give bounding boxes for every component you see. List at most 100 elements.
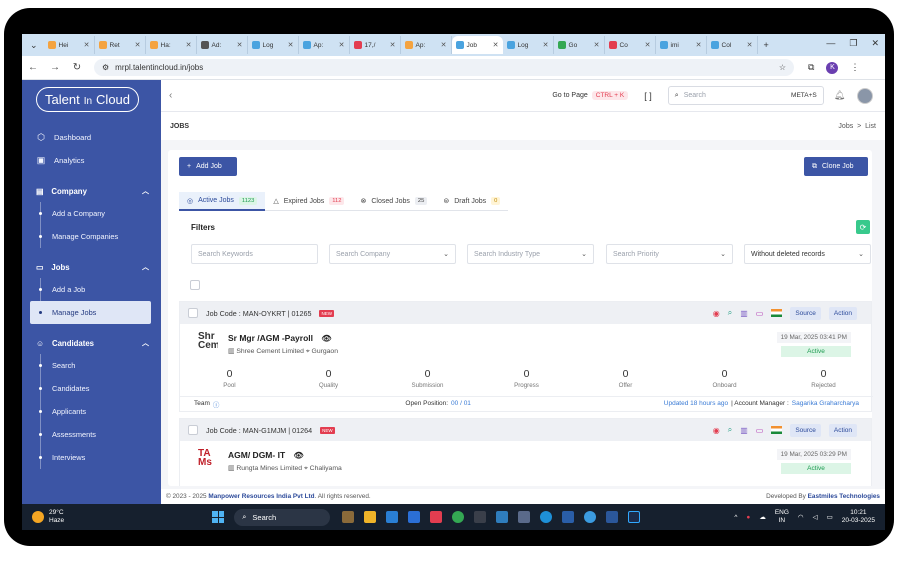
chevron-up-icon[interactable]: ^	[734, 514, 737, 521]
profile-avatar[interactable]: K	[826, 61, 839, 74]
browser-tab[interactable]: Co ✕	[605, 36, 656, 54]
weather-widget[interactable]: 29°C Haze	[22, 509, 64, 525]
brand-logo[interactable]: Talent In Cloud	[22, 80, 161, 118]
keyword-search-input[interactable]: Search Keywords	[191, 244, 318, 264]
skype-icon[interactable]	[386, 511, 399, 523]
notepad-icon[interactable]	[518, 511, 531, 523]
building-icon[interactable]: ▥	[740, 309, 748, 318]
tray-app-icon[interactable]: ●	[746, 514, 750, 521]
developer-name[interactable]: Eastmiles Technologies	[808, 493, 880, 500]
close-tab-icon[interactable]: ✕	[696, 41, 702, 49]
task-view-icon[interactable]	[342, 511, 355, 523]
global-search-input[interactable]: ⌕ Search META+S	[667, 86, 824, 105]
stat-progress[interactable]: 0 Progress	[477, 368, 576, 389]
copyright-company[interactable]: Manpower Resources India Pvt Ltd	[208, 493, 314, 500]
browser-tab[interactable]: Log ✕	[503, 36, 554, 54]
monitor-icon[interactable]: ▭	[756, 309, 764, 318]
browser-tab[interactable]: Col ✕	[707, 36, 758, 54]
site-info-icon[interactable]: ⚙	[102, 63, 109, 72]
close-tab-icon[interactable]: ✕	[645, 41, 651, 49]
sidebar-group-candidates[interactable]: ☺ Candidates ︿	[22, 332, 161, 354]
sidebar-item-manage-companies[interactable]: Manage Companies	[22, 225, 161, 248]
industry-type-select[interactable]: Search Industry Type ⌄	[467, 244, 594, 264]
tab-draft-jobs[interactable]: ⊜ Draft Jobs 0	[435, 192, 509, 211]
close-tab-icon[interactable]: ✕	[288, 41, 294, 49]
sidebar-group-company[interactable]: ▤ Company ︿	[22, 180, 161, 202]
close-tab-icon[interactable]: ✕	[339, 41, 345, 49]
app-window-icon[interactable]	[496, 511, 509, 523]
close-tab-icon[interactable]: ✕	[186, 41, 192, 49]
maximize-icon[interactable]: ❐	[849, 38, 857, 49]
browser-tab[interactable]: 17,/ ✕	[350, 36, 401, 54]
job-checkbox[interactable]	[188, 308, 198, 318]
goto-page[interactable]: Go to Page CTRL + K	[552, 91, 629, 100]
close-tab-icon[interactable]: ✕	[135, 41, 141, 49]
stat-submission[interactable]: 0 Submission	[378, 368, 477, 389]
tab-search-icon[interactable]: ⌄	[30, 40, 38, 51]
sidebar-item-candidates[interactable]: Candidates	[22, 377, 161, 400]
browser-tab[interactable]: Go ✕	[554, 36, 605, 54]
sidebar-item-analytics[interactable]: ▣ Analytics	[22, 149, 161, 172]
taskbar-search[interactable]: ⌕ Search	[234, 508, 331, 526]
close-tab-icon[interactable]: ✕	[543, 41, 549, 49]
tab-active-jobs[interactable]: ◎ Active Jobs 1123	[179, 192, 266, 211]
bookmark-star-icon[interactable]: ☆	[779, 63, 786, 72]
stat-offer[interactable]: 0 Offer	[576, 368, 675, 389]
sidebar-item-applicants[interactable]: Applicants	[22, 400, 161, 423]
browser-tab[interactable]: Ap: ✕	[299, 36, 350, 54]
menu-dots-icon[interactable]: ⋮	[850, 62, 859, 73]
windows-start-icon[interactable]	[212, 511, 225, 523]
sidebar-item-search[interactable]: Search	[22, 354, 161, 377]
minimize-icon[interactable]: —	[826, 38, 835, 49]
close-tab-icon[interactable]: ✕	[84, 41, 90, 49]
clone-job-button[interactable]: ⧉ Clone Job	[804, 157, 868, 176]
breadcrumb-jobs[interactable]: Jobs	[838, 123, 853, 130]
chrome-icon[interactable]	[452, 511, 465, 523]
browser-tab[interactable]: Ad: ✕	[197, 36, 248, 54]
volume-icon[interactable]: ◁	[813, 513, 818, 521]
fullscreen-icon[interactable]: [ ]	[644, 91, 652, 101]
sidebar-item-add-job[interactable]: Add a Job	[22, 278, 161, 301]
job-checkbox[interactable]	[188, 425, 198, 435]
terminal-icon[interactable]	[474, 511, 487, 523]
browser-tab[interactable]: Ap: ✕	[401, 36, 452, 54]
url-field[interactable]: ⚙ mrpl.talentincloud.in/jobs ☆	[94, 59, 794, 76]
tab-closed-jobs[interactable]: ⊗ Closed Jobs 25	[352, 192, 436, 211]
word-icon[interactable]	[606, 511, 619, 523]
sidebar-group-jobs[interactable]: ▭ Jobs ︿	[22, 256, 161, 278]
sidebar-item-manage-jobs[interactable]: Manage Jobs	[30, 301, 151, 324]
account-manager-name[interactable]: Sagarika Graharcharya	[792, 400, 859, 407]
vscode-icon[interactable]	[408, 511, 421, 523]
building-icon[interactable]: ▥	[740, 426, 748, 435]
edge-icon[interactable]	[540, 511, 553, 523]
action-button[interactable]: Action	[828, 306, 857, 320]
clock[interactable]: 10:21 20-03-2025	[842, 509, 875, 525]
sidebar-item-interviews[interactable]: Interviews	[22, 446, 161, 469]
stat-pool[interactable]: 0 Pool	[180, 368, 279, 389]
priority-fire-icon[interactable]: ◉	[713, 426, 720, 435]
priority-select[interactable]: Search Priority ⌄	[606, 244, 733, 264]
stat-quality[interactable]: 0 Quality	[279, 368, 378, 389]
language-indicator[interactable]: ENG IN	[775, 509, 789, 525]
close-tab-icon[interactable]: ✕	[390, 41, 396, 49]
priority-fire-icon[interactable]: ◉	[713, 309, 720, 318]
browser-tab[interactable]: Log ✕	[248, 36, 299, 54]
stat-rejected[interactable]: 0 Rejected	[774, 368, 873, 389]
company-select[interactable]: Search Company ⌄	[329, 244, 456, 264]
forward-icon[interactable]: →	[44, 62, 66, 73]
source-button[interactable]: Source	[790, 306, 821, 320]
photoshop-icon[interactable]	[628, 511, 641, 523]
sidebar-item-dashboard[interactable]: ⬡ Dashboard	[22, 126, 161, 149]
close-tab-icon[interactable]: ✕	[594, 41, 600, 49]
tab-expired-jobs[interactable]: △ Expired Jobs 112	[265, 192, 353, 211]
close-tab-icon[interactable]: ✕	[237, 41, 243, 49]
eye-icon[interactable]: 👁︎	[294, 451, 304, 460]
browser-tab[interactable]: Ha: ✕	[146, 36, 197, 54]
network-app-icon[interactable]	[562, 511, 575, 523]
new-tab-icon[interactable]: +	[764, 40, 769, 50]
refresh-button[interactable]: ⟳	[856, 220, 870, 234]
app-h-icon[interactable]	[430, 511, 443, 523]
job-title[interactable]: AGM/ DGM- IT	[228, 450, 285, 460]
close-window-icon[interactable]: ✕	[871, 38, 879, 49]
search-icon[interactable]: ⌕	[728, 425, 732, 435]
